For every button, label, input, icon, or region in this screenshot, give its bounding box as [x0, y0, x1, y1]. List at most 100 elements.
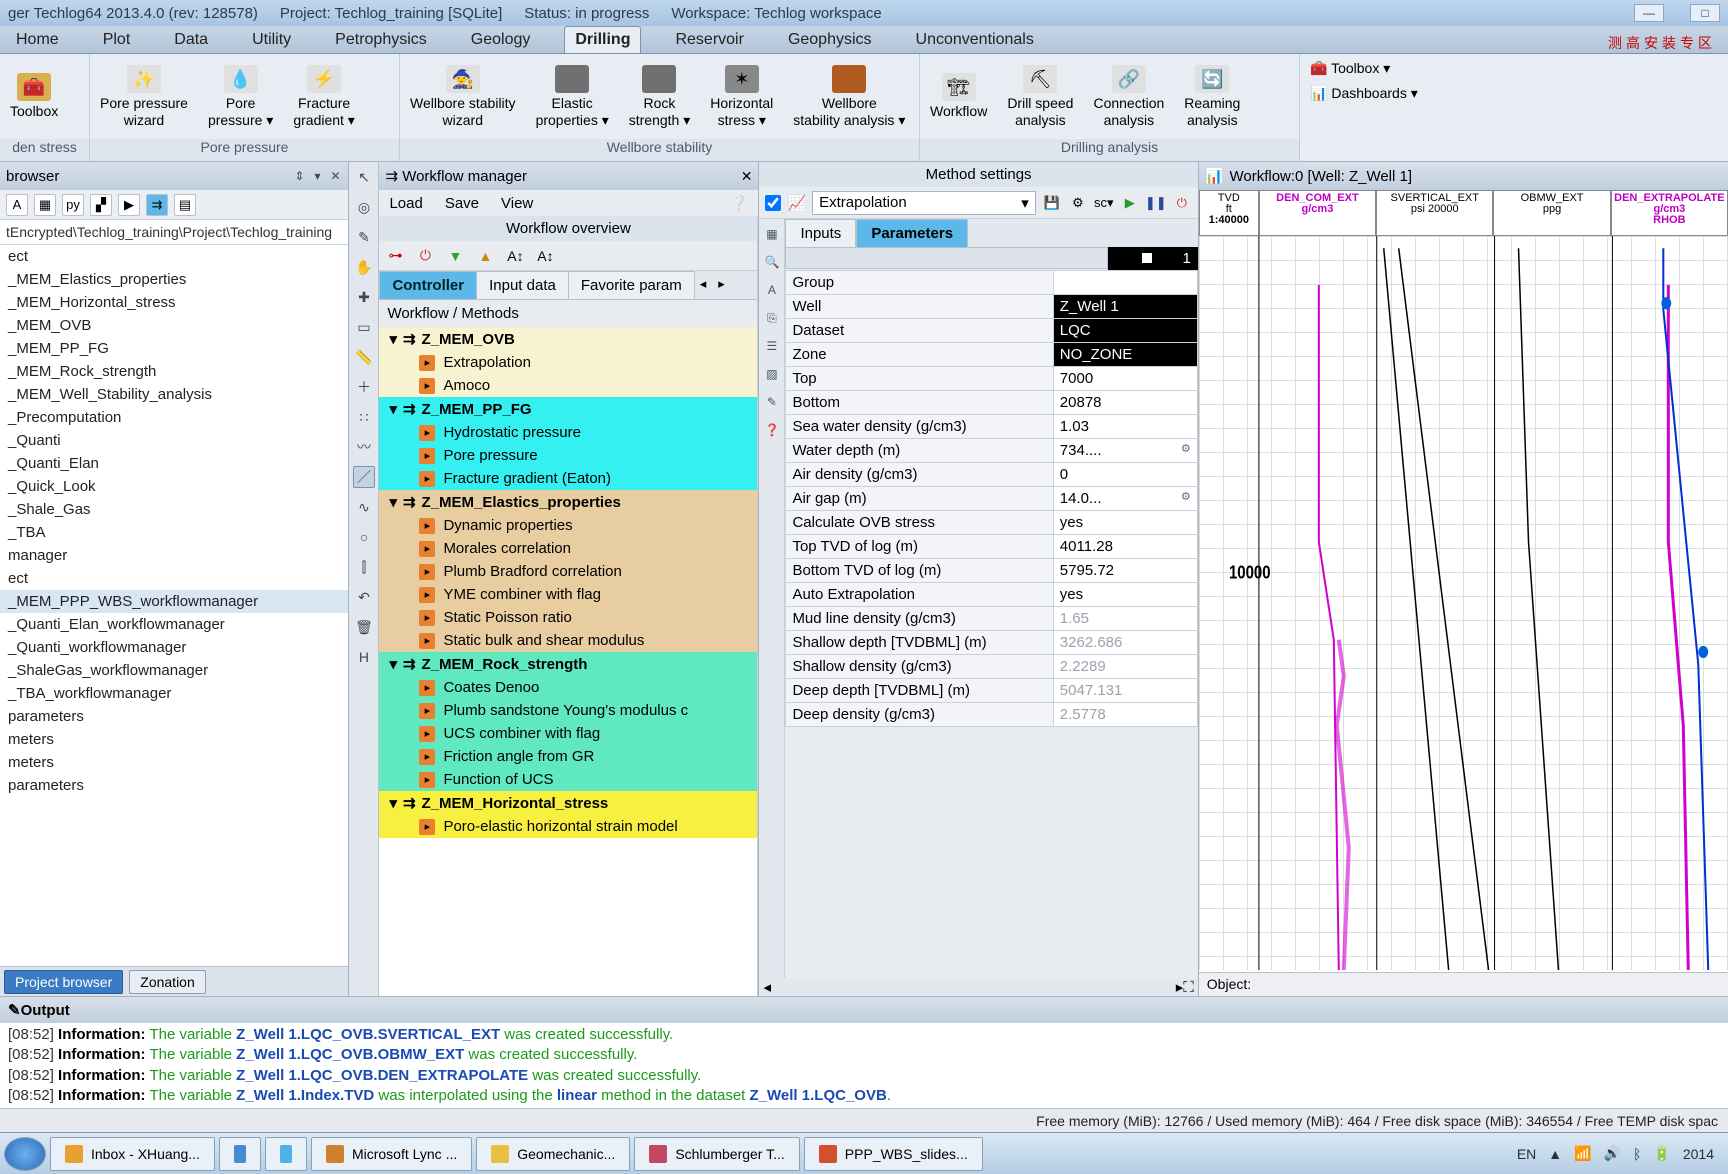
project-item[interactable]: manager	[0, 544, 348, 567]
workflow-group[interactable]: ▾⇉ Z_MEM_PP_FG	[379, 397, 757, 421]
dashboards-dropdown[interactable]: 📊 Dashboards ▾	[1310, 85, 1718, 102]
project-item[interactable]: _Precomputation	[0, 406, 348, 429]
param-value[interactable]: 1.65	[1053, 607, 1197, 631]
add-icon[interactable]: ＋	[353, 376, 375, 398]
param-value[interactable]: 20878	[1053, 391, 1197, 415]
rock-strength-button[interactable]: Rock strength ▾	[619, 54, 701, 139]
wellbore-stability-analysis-button[interactable]: Wellbore stability analysis ▾	[783, 54, 915, 139]
tool2-icon[interactable]: ▭	[353, 316, 375, 338]
workflow-method[interactable]: ▸Dynamic properties	[379, 514, 757, 537]
reaming-analysis-button[interactable]: 🔄Reaming analysis	[1174, 54, 1250, 139]
play-icon[interactable]: ▶	[1120, 193, 1140, 213]
workflow-method[interactable]: ▸UCS combiner with flag	[379, 722, 757, 745]
line-icon[interactable]: 〰	[353, 436, 375, 458]
calendar-icon[interactable]: ▦	[34, 194, 56, 216]
pore-pressure-wizard-button[interactable]: ✨Pore pressure wizard	[90, 54, 198, 139]
tool-icon[interactable]: ✎	[353, 226, 375, 248]
taskbar-ppt[interactable]: PPP_WBS_slides...	[804, 1137, 983, 1171]
taskbar-explorer[interactable]	[219, 1137, 261, 1171]
collapse-icon[interactable]: ▾	[389, 400, 397, 418]
workflow-method[interactable]: ▸Amoco	[379, 374, 757, 397]
tab-geophysics[interactable]: Geophysics	[778, 27, 882, 53]
workflow-method[interactable]: ▸Hydrostatic pressure	[379, 421, 757, 444]
date-text[interactable]: 2014	[1683, 1146, 1714, 1162]
copy-icon[interactable]: ⎘	[763, 309, 781, 327]
workflow-method[interactable]: ▸Coates Denoo	[379, 676, 757, 699]
sc-icon[interactable]: sc▾	[1094, 193, 1114, 213]
close-icon[interactable]: ✕	[741, 168, 753, 185]
wm-menu-view[interactable]: View	[501, 195, 533, 212]
project-item[interactable]: _Shale_Gas	[0, 498, 348, 521]
workflow-method[interactable]: ▸Static Poisson ratio	[379, 606, 757, 629]
corner-icon[interactable]: ⛶	[1183, 979, 1194, 996]
param-value[interactable]: yes	[1053, 511, 1197, 535]
workflow-group[interactable]: ▾⇉ Z_MEM_Elastics_properties	[379, 490, 757, 514]
wm-menu-load[interactable]: Load	[389, 195, 422, 212]
tab-unconventionals[interactable]: Unconventionals	[906, 27, 1044, 53]
network-icon[interactable]: 📶	[1574, 1145, 1591, 1162]
project-item[interactable]: _MEM_Elastics_properties	[0, 268, 348, 291]
project-item[interactable]: _Quanti_Elan_workflowmanager	[0, 613, 348, 636]
param-value[interactable]: 5047.131	[1053, 679, 1197, 703]
param-value[interactable]: 3262.686	[1053, 631, 1197, 655]
workflow-method[interactable]: ▸Poro-elastic horizontal strain model	[379, 815, 757, 838]
sort-az-icon[interactable]: A↕	[505, 246, 525, 266]
tab-plot[interactable]: Plot	[93, 27, 141, 53]
edit-icon[interactable]: ✎	[8, 1001, 21, 1019]
workflow-method[interactable]: ▸Plumb Bradford correlation	[379, 560, 757, 583]
link-icon[interactable]: ⊶	[385, 246, 405, 266]
project-item[interactable]: meters	[0, 728, 348, 751]
project-tree[interactable]: ect_MEM_Elastics_properties_MEM_Horizont…	[0, 245, 348, 966]
close-icon[interactable]: ✕	[328, 169, 342, 183]
collapse-icon[interactable]: ▾	[389, 330, 397, 348]
param-value[interactable]: yes	[1053, 583, 1197, 607]
workflow-group[interactable]: ▾⇉ Z_MEM_Rock_strength	[379, 652, 757, 676]
up-icon[interactable]: ▲	[475, 246, 495, 266]
project-item[interactable]: _Quick_Look	[0, 475, 348, 498]
workflow-group[interactable]: ▾⇉ Z_MEM_Horizontal_stress	[379, 791, 757, 815]
system-tray[interactable]: EN ▲ 📶 🔊 ᛒ 🔋 2014	[1517, 1145, 1724, 1162]
log-tracks[interactable]: TVD ft 1:40000 DEN_COM_EXTg/cm3 SVERTICA…	[1199, 190, 1728, 996]
arrow-icon[interactable]: ▶	[118, 194, 140, 216]
taskbar-slb[interactable]: Schlumberger T...	[634, 1137, 799, 1171]
workflow-method[interactable]: ▸Extrapolation	[379, 351, 757, 374]
workflow-method[interactable]: ▸Pore pressure	[379, 444, 757, 467]
project-item[interactable]: _MEM_OVB	[0, 314, 348, 337]
wellbore-stability-wizard-button[interactable]: 🧙Wellbore stability wizard	[400, 54, 526, 139]
tab-left-icon[interactable]: ◂	[694, 271, 713, 299]
workflow-method[interactable]: ▸YME combiner with flag	[379, 583, 757, 606]
project-item[interactable]: _MEM_PP_FG	[0, 337, 348, 360]
target-icon[interactable]: ◎	[353, 196, 375, 218]
python-icon[interactable]: py	[62, 194, 84, 216]
trash-icon[interactable]: 🗑	[353, 616, 375, 638]
pause-icon[interactable]: ❚❚	[1146, 193, 1166, 213]
param-value[interactable]: 0	[1053, 463, 1197, 487]
project-item[interactable]: parameters	[0, 705, 348, 728]
param-value[interactable]: 4011.28	[1053, 535, 1197, 559]
workflow-method[interactable]: ▸Static bulk and shear modulus	[379, 629, 757, 652]
wm-menu-save[interactable]: Save	[445, 195, 479, 212]
hand-icon[interactable]: ✋	[353, 256, 375, 278]
param-value[interactable]: NO_ZONE	[1053, 343, 1197, 367]
text-icon[interactable]: A	[763, 281, 781, 299]
undo-icon[interactable]: ↶	[353, 586, 375, 608]
collapse-icon[interactable]: ▾	[389, 493, 397, 511]
bluetooth-icon[interactable]: ᛒ	[1633, 1146, 1641, 1162]
pore-pressure-button[interactable]: 💧Pore pressure ▾	[198, 54, 283, 139]
param-value[interactable]: Z_Well 1	[1053, 295, 1197, 319]
project-item[interactable]: _TBA_workflowmanager	[0, 682, 348, 705]
pin-icon[interactable]: ⇕	[292, 169, 306, 183]
inputs-tab[interactable]: Inputs	[785, 219, 856, 247]
down-icon[interactable]: ▼	[445, 246, 465, 266]
tab-petrophysics[interactable]: Petrophysics	[325, 27, 437, 53]
tab-drilling[interactable]: Drilling	[564, 26, 641, 53]
project-item[interactable]: parameters	[0, 774, 348, 797]
maximize-button[interactable]: □	[1690, 4, 1720, 22]
tab-data[interactable]: Data	[164, 27, 218, 53]
param-value[interactable]: LQC	[1053, 319, 1197, 343]
param-value[interactable]: 5795.72	[1053, 559, 1197, 583]
param-value[interactable]: 1.03	[1053, 415, 1197, 439]
pen-icon[interactable]: ✎	[763, 393, 781, 411]
flow-icon[interactable]: ⇉	[146, 194, 168, 216]
save-icon[interactable]: 💾	[1042, 193, 1062, 213]
